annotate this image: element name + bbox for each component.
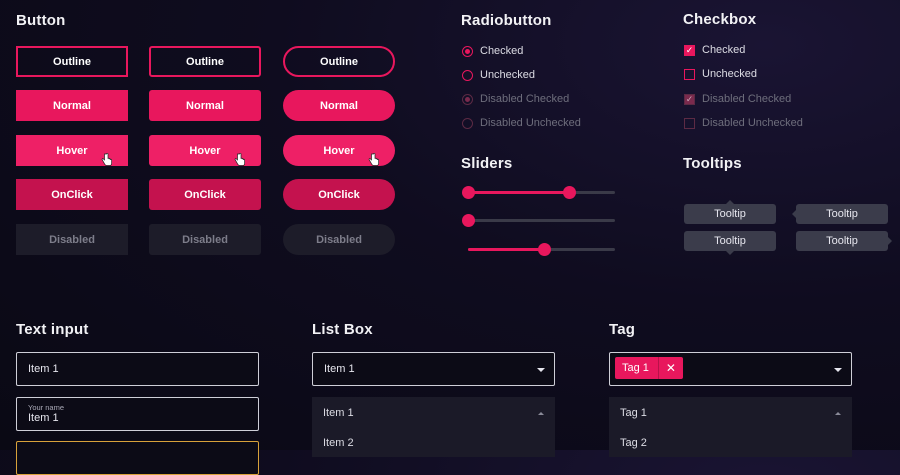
tooltip-arrow-bottom: Tooltip [684,231,776,255]
checkbox-checked[interactable]: ✓ Checked [684,44,745,56]
tooltip-arrow-top: Tooltip [684,200,776,224]
list-box-option[interactable]: Item 1 [323,407,354,419]
floating-label: Your name [28,403,64,412]
radio-checked[interactable]: Checked [462,45,523,57]
slider-fill [468,248,545,251]
onclick-button-pill[interactable]: OnClick [283,179,395,210]
outline-button-square[interactable]: Outline [16,46,128,77]
tooltip-text: Tooltip [826,208,858,220]
normal-button-pill[interactable]: Normal [283,90,395,121]
radio-indicator [462,117,473,129]
hand-pointer-icon [368,153,379,166]
tooltip-arrow-left: Tooltip [792,204,888,224]
slider-handle[interactable] [537,243,551,256]
radiobutton-section-title: Radiobutton [461,12,552,29]
tag-option[interactable]: Tag 2 [620,437,647,449]
text-input-section-title: Text input [16,321,89,338]
checkbox-label: Unchecked [702,68,758,80]
radio-unchecked[interactable]: Unchecked [462,69,535,81]
checkbox-indicator [684,117,695,129]
tag-section-title: Tag [609,321,636,338]
checkbox-disabled-checked: ✓ Disabled Checked [684,93,791,105]
text-input-value: Item 1 [28,412,59,424]
tag-dropdown: Tag 1 Tag 2 [609,397,852,457]
tooltips-section-title: Tooltips [683,155,742,172]
hand-pointer-icon [234,153,245,166]
text-input-basic[interactable]: Item 1 [16,352,259,386]
radio-indicator[interactable] [462,45,473,57]
checkbox-label: Checked [702,44,746,56]
list-box-dropdown: Item 1 Item 2 [312,397,555,457]
tooltip-arrow-right: Tooltip [796,231,892,251]
chevron-down-icon[interactable] [537,368,545,372]
checkbox-label: Disabled Checked [702,93,792,105]
radio-disabled-checked: Disabled Checked [462,93,569,105]
tag-chip: Tag 1 ✕ [615,357,683,379]
sliders-section-title: Sliders [461,155,513,172]
tag-chip-label: Tag 1 [615,357,659,379]
checkbox-indicator[interactable] [684,68,695,80]
outline-button-pill[interactable]: Outline [283,46,395,77]
onclick-button-rounded[interactable]: OnClick [149,179,261,210]
radio-label: Disabled Unchecked [480,117,581,129]
normal-button-square[interactable]: Normal [16,90,128,121]
checkbox-unchecked[interactable]: Unchecked [684,68,757,80]
list-box-selected: Item 1 [324,363,355,375]
tooltip-text: Tooltip [714,235,746,247]
radio-indicator [462,93,473,105]
checkbox-disabled-unchecked: Disabled Unchecked [684,117,803,129]
checkbox-label: Disabled Unchecked [702,117,803,129]
button-section-title: Button [16,12,66,29]
chevron-down-icon[interactable] [834,368,842,372]
chevron-up-icon[interactable] [538,412,544,415]
check-icon: ✓ [684,93,695,105]
slider-handle[interactable] [562,186,576,199]
list-box-option[interactable]: Item 2 [323,437,354,449]
disabled-button-pill: Disabled [283,224,395,255]
tooltip-text: Tooltip [714,208,746,220]
onclick-button-square[interactable]: OnClick [16,179,128,210]
list-box-select[interactable]: Item 1 [312,352,555,386]
normal-button-rounded[interactable]: Normal [149,90,261,121]
slider-handle[interactable] [461,186,475,199]
radio-indicator[interactable] [462,69,473,81]
tag-option[interactable]: Tag 1 [620,407,647,419]
list-box-section-title: List Box [312,321,373,338]
check-icon[interactable]: ✓ [684,44,695,56]
text-input-value: Item 1 [28,363,59,375]
text-input-labeled[interactable]: Your name Item 1 [16,397,259,431]
radio-label: Unchecked [480,69,536,81]
checkbox-section-title: Checkbox [683,11,757,28]
radio-disabled-unchecked: Disabled Unchecked [462,117,581,129]
tooltip-text: Tooltip [826,235,858,247]
disabled-button-square: Disabled [16,224,128,255]
outline-button-rounded[interactable]: Outline [149,46,261,77]
text-input-focused[interactable] [16,441,259,475]
slider-fill [468,191,570,194]
disabled-button-rounded: Disabled [149,224,261,255]
slider-track[interactable] [468,219,615,222]
chevron-up-icon[interactable] [835,412,841,415]
radio-label: Disabled Checked [480,93,570,105]
hand-pointer-icon [101,153,112,166]
close-icon[interactable]: ✕ [659,357,683,379]
slider-handle[interactable] [461,214,475,227]
radio-label: Checked [480,45,524,57]
